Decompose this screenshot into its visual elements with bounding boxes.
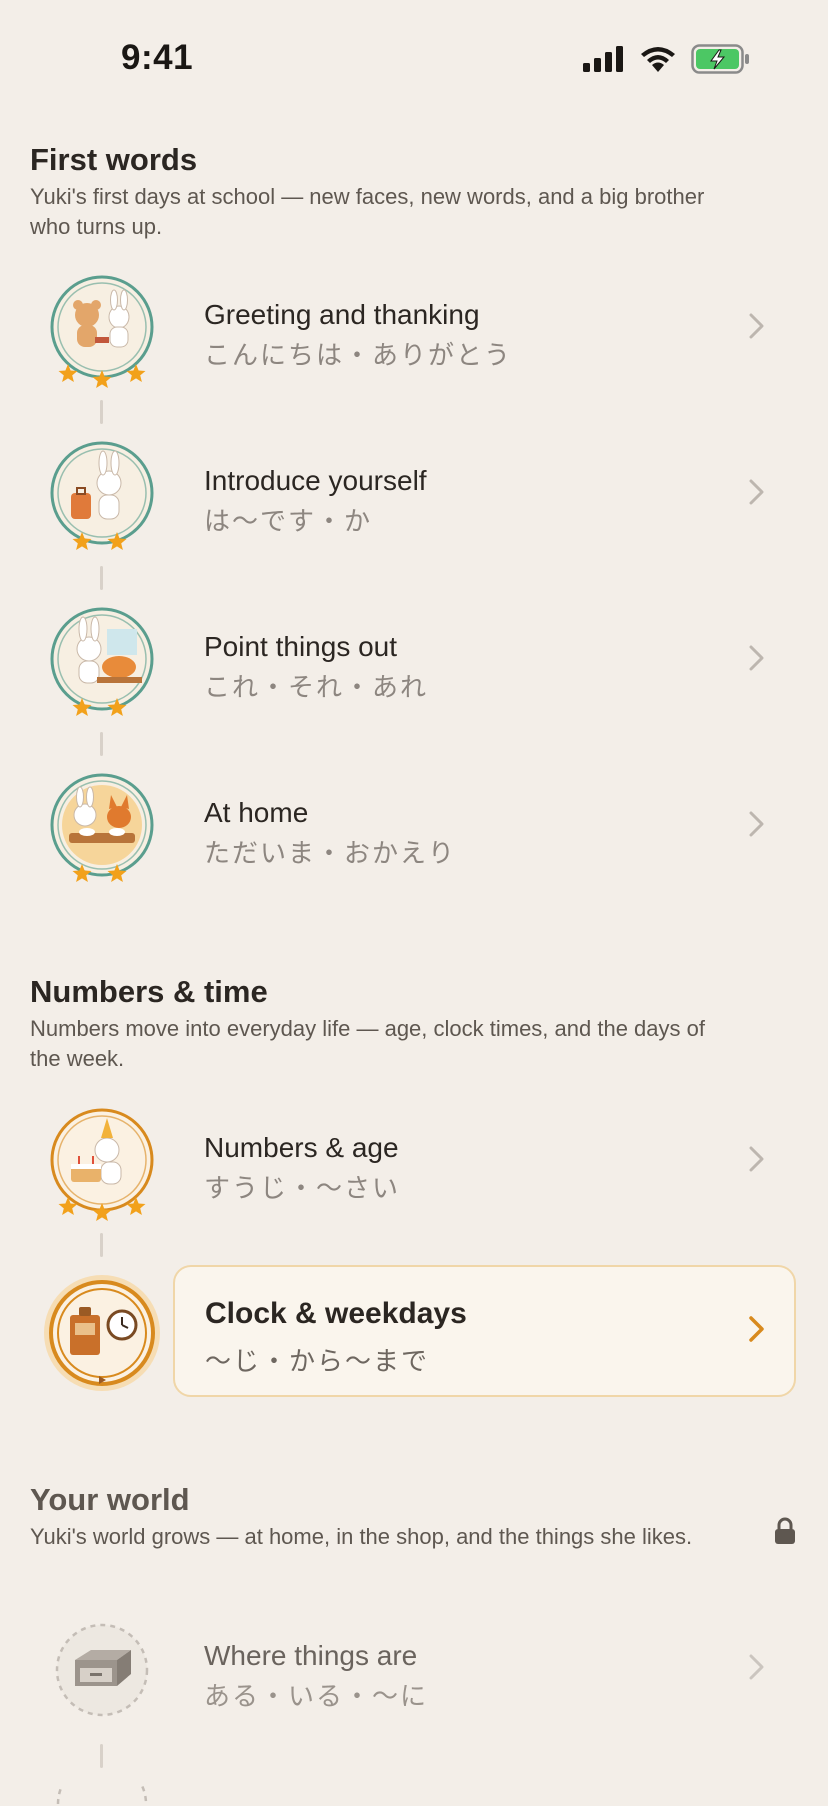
- lesson-row-where-things-are[interactable]: Where things are ある・いる・〜に: [0, 1606, 828, 1736]
- lesson-row-greeting[interactable]: Greeting and thanking こんにちは・ありがとう: [0, 265, 828, 395]
- lesson-row-introduce[interactable]: Introduce yourself は〜です・か: [0, 431, 828, 561]
- lesson-row-numbers-age[interactable]: Numbers & age すうじ・〜さい: [0, 1098, 828, 1228]
- lesson-subtitle: これ・それ・あれ: [204, 672, 429, 702]
- section-description: Yuki's world grows — at home, in the sho…: [30, 1524, 693, 1549]
- path-connector: [100, 1233, 103, 1257]
- section-title: First words: [30, 142, 198, 177]
- lesson-title: At home: [204, 797, 309, 828]
- chevron-right-icon: [749, 1146, 764, 1172]
- lesson-title: Clock & weekdays: [205, 1297, 467, 1330]
- stars-2: [72, 864, 127, 882]
- clock-and-door-icon: [44, 1275, 160, 1391]
- stars-2: [72, 532, 127, 550]
- path-connector: [100, 732, 103, 756]
- lesson-subtitle: ある・いる・〜に: [204, 1681, 429, 1711]
- lock-icon: [775, 1517, 795, 1544]
- section-description: Yuki's first days at school — new faces,…: [30, 184, 705, 239]
- drawer-icon: [55, 1623, 149, 1717]
- stars-2: [72, 698, 127, 716]
- lesson-subtitle: こんにちは・ありがとう: [204, 340, 513, 370]
- lesson-row-point-things-out[interactable]: Point things out これ・それ・あれ: [0, 597, 828, 727]
- lesson-subtitle: 〜じ・から〜まで: [205, 1346, 430, 1376]
- chevron-right-icon: [749, 645, 764, 671]
- next-locked-badge: [56, 1786, 148, 1805]
- lesson-title: Introduce yourself: [204, 465, 427, 496]
- stars-3: [58, 1197, 146, 1221]
- chevron-right-icon: [749, 1316, 764, 1342]
- stars-3: [58, 364, 146, 388]
- status-icons: [583, 44, 751, 74]
- section-description: Numbers move into everyday life — age, c…: [30, 1016, 705, 1071]
- lesson-title: Where things are: [204, 1640, 418, 1671]
- wifi-icon: [641, 47, 675, 72]
- status-bar: 9:41: [0, 0, 828, 120]
- section-title: Your world: [30, 1482, 190, 1517]
- section-title: Numbers & time: [30, 974, 268, 1009]
- chevron-right-icon: [749, 479, 764, 505]
- path-connector: [100, 1744, 103, 1768]
- lesson-subtitle: は〜です・か: [204, 506, 373, 536]
- cellular-signal-icon: [583, 46, 623, 72]
- chevron-right-icon: [749, 811, 764, 837]
- lesson-card-clock-weekdays[interactable]: Clock & weekdays 〜じ・から〜まで: [173, 1265, 796, 1397]
- lesson-title: Numbers & age: [204, 1132, 399, 1163]
- lesson-title: Greeting and thanking: [204, 299, 480, 330]
- status-time: 9:41: [121, 38, 194, 77]
- chevron-right-icon: [749, 313, 764, 339]
- lesson-subtitle: ただいま・おかえり: [204, 838, 457, 868]
- lesson-row-at-home[interactable]: At home ただいま・おかえり: [0, 763, 828, 893]
- path-connector: [100, 566, 103, 590]
- chevron-right-icon: [749, 1654, 764, 1680]
- battery-charging-icon: [691, 44, 749, 74]
- lesson-title: Point things out: [204, 631, 398, 662]
- lesson-subtitle: すうじ・〜さい: [204, 1173, 401, 1203]
- path-connector: [100, 400, 103, 424]
